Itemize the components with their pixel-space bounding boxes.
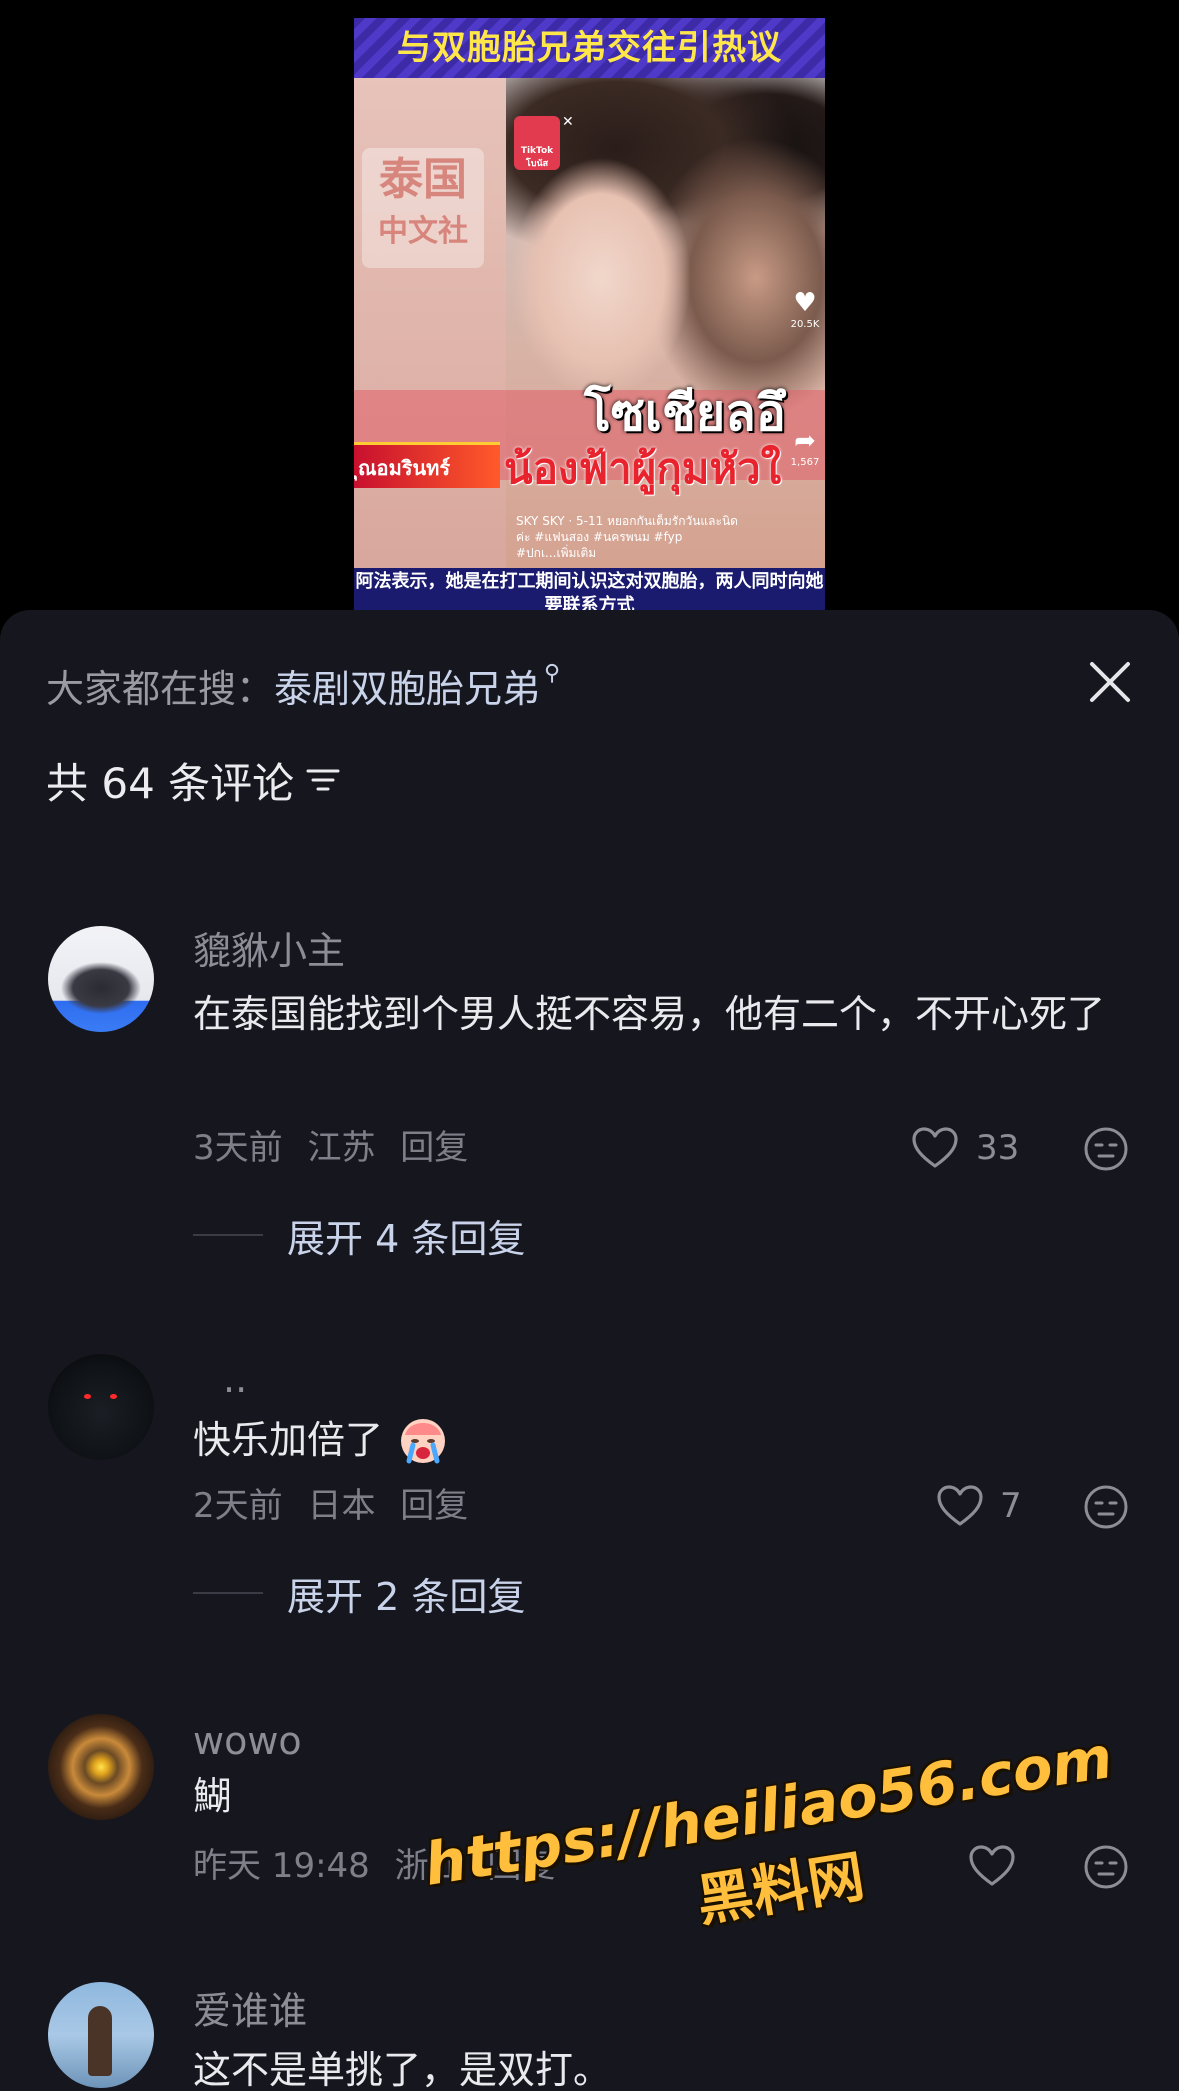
comment-time: 昨天 19:48 bbox=[193, 1846, 370, 1886]
video-heart-icon: ♥ bbox=[793, 288, 817, 318]
reply-button[interactable]: 回复 bbox=[400, 1486, 468, 1526]
comment-item: 爱谁谁 这不是单挑了，是双打。 bbox=[0, 1982, 1179, 2091]
comment-meta: 2天前 日本 回复 bbox=[193, 1484, 482, 1528]
video-thumbnail[interactable]: 与双胞胎兄弟交往引热议 泰国 中文社 TikTok โบนัส ✕ โซเชีย… bbox=[354, 18, 825, 618]
heart-icon[interactable] bbox=[968, 1844, 1016, 1888]
comment-meta: 3天前 江苏 回复 bbox=[193, 1126, 482, 1170]
video-watermark-line2: 中文社 bbox=[378, 214, 468, 249]
expand-replies[interactable]: 展开 2 条回复 bbox=[193, 1568, 526, 1619]
comment-count: 共 64 条评论 bbox=[46, 758, 295, 808]
video-name-tag: ุณอมรินทร์ bbox=[354, 442, 500, 488]
comment-text-body: 快乐加倍了 bbox=[193, 1418, 384, 1462]
video-left-panel: 泰国 中文社 bbox=[354, 78, 506, 568]
video-banner-title: 与双胞胎兄弟交往引热议 bbox=[354, 18, 825, 78]
trending-search-term[interactable]: 泰剧双胞胎兄弟 bbox=[274, 658, 540, 713]
expand-replies-label: 展开 4 条回复 bbox=[287, 1216, 526, 1261]
video-watermark-logo: 泰国 中文社 bbox=[362, 148, 484, 268]
expand-divider bbox=[193, 1592, 263, 1594]
expand-replies[interactable]: 展开 4 条回复 bbox=[193, 1210, 526, 1261]
video-like-count: 20.5K bbox=[790, 319, 820, 330]
screen: 与双胞胎兄弟交往引热议 泰国 中文社 TikTok โบนัส ✕ โซเชีย… bbox=[0, 0, 1179, 2091]
emoji-reaction-icon[interactable] bbox=[1083, 1484, 1129, 1530]
comment-sheet: 大家都在搜： 泰剧双胞胎兄弟 ⚲ 共 64 条评论 貔貅小主 在泰国能找到个男人… bbox=[0, 610, 1179, 2091]
avatar[interactable] bbox=[48, 1354, 154, 1460]
heart-icon[interactable] bbox=[911, 1126, 959, 1170]
video-side-icons: ♥ 20.5K ➦ 1,567 bbox=[788, 288, 822, 564]
video-share-icon: ➦ bbox=[794, 426, 816, 456]
emoji-reaction-icon[interactable] bbox=[1083, 1844, 1129, 1890]
comment-item: wowo 鰗 昨天 19:48 浙江 回复 bbox=[0, 1714, 1179, 1904]
video-share-count: 1,567 bbox=[790, 457, 820, 468]
comment-item: .. 快乐加倍了 2天前 日本 回复 7 展开 2 条回复 bbox=[0, 1354, 1179, 1664]
avatar-eye bbox=[84, 1394, 91, 1399]
heart-icon[interactable] bbox=[936, 1484, 984, 1528]
comment-text: 鰗 bbox=[193, 1774, 232, 1818]
trending-search-label: 大家都在搜： bbox=[46, 666, 275, 711]
expand-divider bbox=[193, 1234, 263, 1236]
crying-laughing-emoji-icon bbox=[401, 1418, 446, 1463]
comment-count-row: 共 64 条评论 bbox=[46, 752, 340, 808]
comment-item: 貔貅小主 在泰国能找到个男人挺不容易，他有二个，不开心死了 3天前 江苏 回复 … bbox=[0, 926, 1179, 1266]
video-watermark-line1: 泰国 bbox=[379, 154, 467, 205]
video-thai-headline-2: น้องฟ้าผู้กุมหัวใ bbox=[504, 444, 782, 493]
expand-replies-label: 展开 2 条回复 bbox=[287, 1574, 526, 1619]
avatar-figure bbox=[88, 2006, 112, 2076]
comment-text: 在泰国能找到个男人挺不容易，他有二个，不开心死了 bbox=[193, 992, 1106, 1036]
trending-search[interactable]: 大家都在搜： 泰剧双胞胎兄弟 ⚲ bbox=[46, 658, 561, 713]
comment-location: 江苏 bbox=[307, 1128, 376, 1168]
comment-author[interactable]: 貔貅小主 bbox=[193, 926, 345, 976]
reply-button[interactable]: 回复 bbox=[487, 1846, 555, 1886]
comment-meta: 昨天 19:48 浙江 回复 bbox=[193, 1844, 569, 1888]
comment-location: 浙江 bbox=[394, 1846, 463, 1886]
video-hashtags: SKY SKY · 5-11 หยอกกันเต็มรักวันและนิดค่… bbox=[516, 514, 738, 560]
comment-text: 这不是单挑了，是双打。 bbox=[193, 2048, 612, 2091]
avatar-eye bbox=[110, 1394, 117, 1399]
comment-author[interactable]: wowo bbox=[193, 1716, 302, 1766]
avatar[interactable] bbox=[48, 1714, 154, 1820]
comment-time: 2天前 bbox=[193, 1486, 283, 1526]
avatar[interactable] bbox=[48, 1982, 154, 2088]
comment-text: 快乐加倍了 bbox=[193, 1408, 1123, 1472]
reply-button[interactable]: 回复 bbox=[400, 1128, 468, 1168]
gift-close-icon: ✕ bbox=[562, 114, 574, 130]
search-icon: ⚲ bbox=[544, 660, 561, 686]
sort-icon[interactable] bbox=[306, 765, 340, 795]
like-count: 33 bbox=[976, 1128, 1020, 1168]
gift-badge: TikTok โบนัส bbox=[514, 116, 560, 170]
comment-author[interactable]: 爱谁谁 bbox=[193, 1986, 307, 2036]
like-count: 7 bbox=[1000, 1486, 1022, 1526]
close-icon[interactable] bbox=[1086, 658, 1134, 706]
emoji-reaction-icon[interactable] bbox=[1083, 1126, 1129, 1172]
comment-location: 日本 bbox=[307, 1486, 376, 1526]
avatar[interactable] bbox=[48, 926, 154, 1032]
comment-author[interactable]: .. bbox=[223, 1354, 247, 1404]
comment-time: 3天前 bbox=[193, 1128, 283, 1168]
